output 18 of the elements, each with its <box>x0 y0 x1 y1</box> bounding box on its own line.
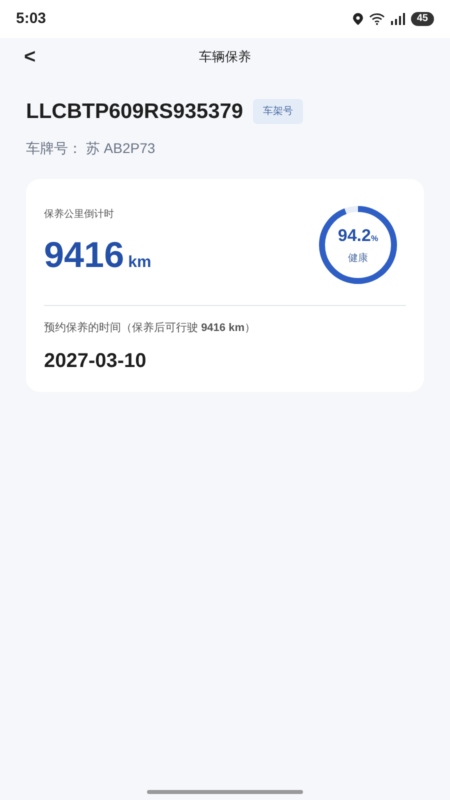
countdown-unit: km <box>128 253 152 273</box>
page-title: 车辆保养 <box>199 48 251 66</box>
countdown-value: 9416 <box>44 233 124 277</box>
schedule-label: 预约保养的时间（保养后可行驶 9416 km） <box>44 320 256 336</box>
vin-tag: 车架号 <box>253 99 304 124</box>
back-button[interactable]: < <box>24 47 36 67</box>
health-unit: % <box>370 233 378 246</box>
location-icon <box>352 13 363 25</box>
health-label: 健康 <box>348 252 368 266</box>
countdown-label: 保养公里倒计时 <box>44 208 115 222</box>
health-value: 94.2 <box>338 225 371 248</box>
signal-icon <box>390 13 405 25</box>
vin-number: LLCBTP609RS935379 <box>26 99 244 125</box>
schedule-date: 2027-03-10 <box>44 349 148 374</box>
wifi-icon <box>368 13 385 25</box>
battery-indicator: 45 <box>410 12 434 26</box>
status-time: 5:03 <box>16 8 46 29</box>
plate-number: 车牌号： 苏 AB2P73 <box>26 138 156 158</box>
